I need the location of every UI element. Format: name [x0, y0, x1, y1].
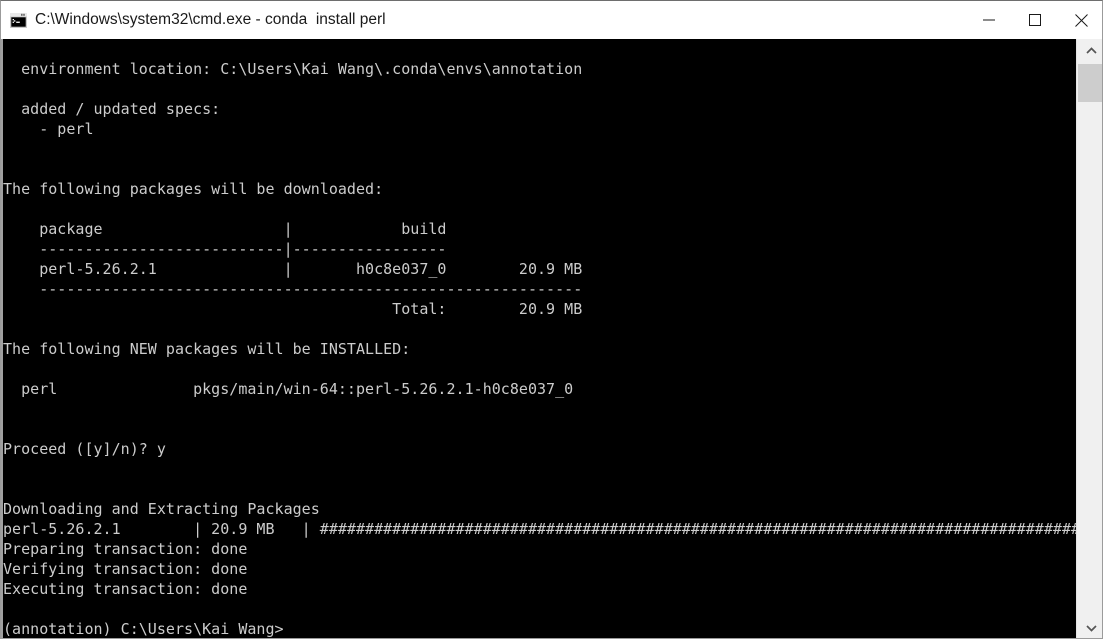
chevron-down-icon[interactable]: [1077, 616, 1102, 638]
scrollbar-thumb[interactable]: [1078, 64, 1102, 102]
cmd-window: C:\Windows\system32\cmd.exe - conda inst…: [0, 0, 1103, 639]
title-bar[interactable]: C:\Windows\system32\cmd.exe - conda inst…: [1, 1, 1102, 39]
scrollbar-track[interactable]: [1077, 63, 1102, 616]
maximize-button[interactable]: [1012, 1, 1058, 39]
window-title: C:\Windows\system32\cmd.exe - conda inst…: [35, 11, 386, 28]
window-controls: [966, 1, 1102, 39]
minimize-button[interactable]: [966, 1, 1012, 39]
close-button[interactable]: [1058, 1, 1102, 39]
vertical-scrollbar[interactable]: [1076, 39, 1102, 638]
cmd-console-icon: [10, 12, 27, 28]
console-area: environment location: C:\Users\Kai Wang\…: [1, 39, 1102, 638]
terminal-output[interactable]: environment location: C:\Users\Kai Wang\…: [3, 39, 1076, 638]
chevron-up-icon[interactable]: [1077, 39, 1102, 63]
terminal-text: environment location: C:\Users\Kai Wang\…: [3, 60, 1076, 638]
